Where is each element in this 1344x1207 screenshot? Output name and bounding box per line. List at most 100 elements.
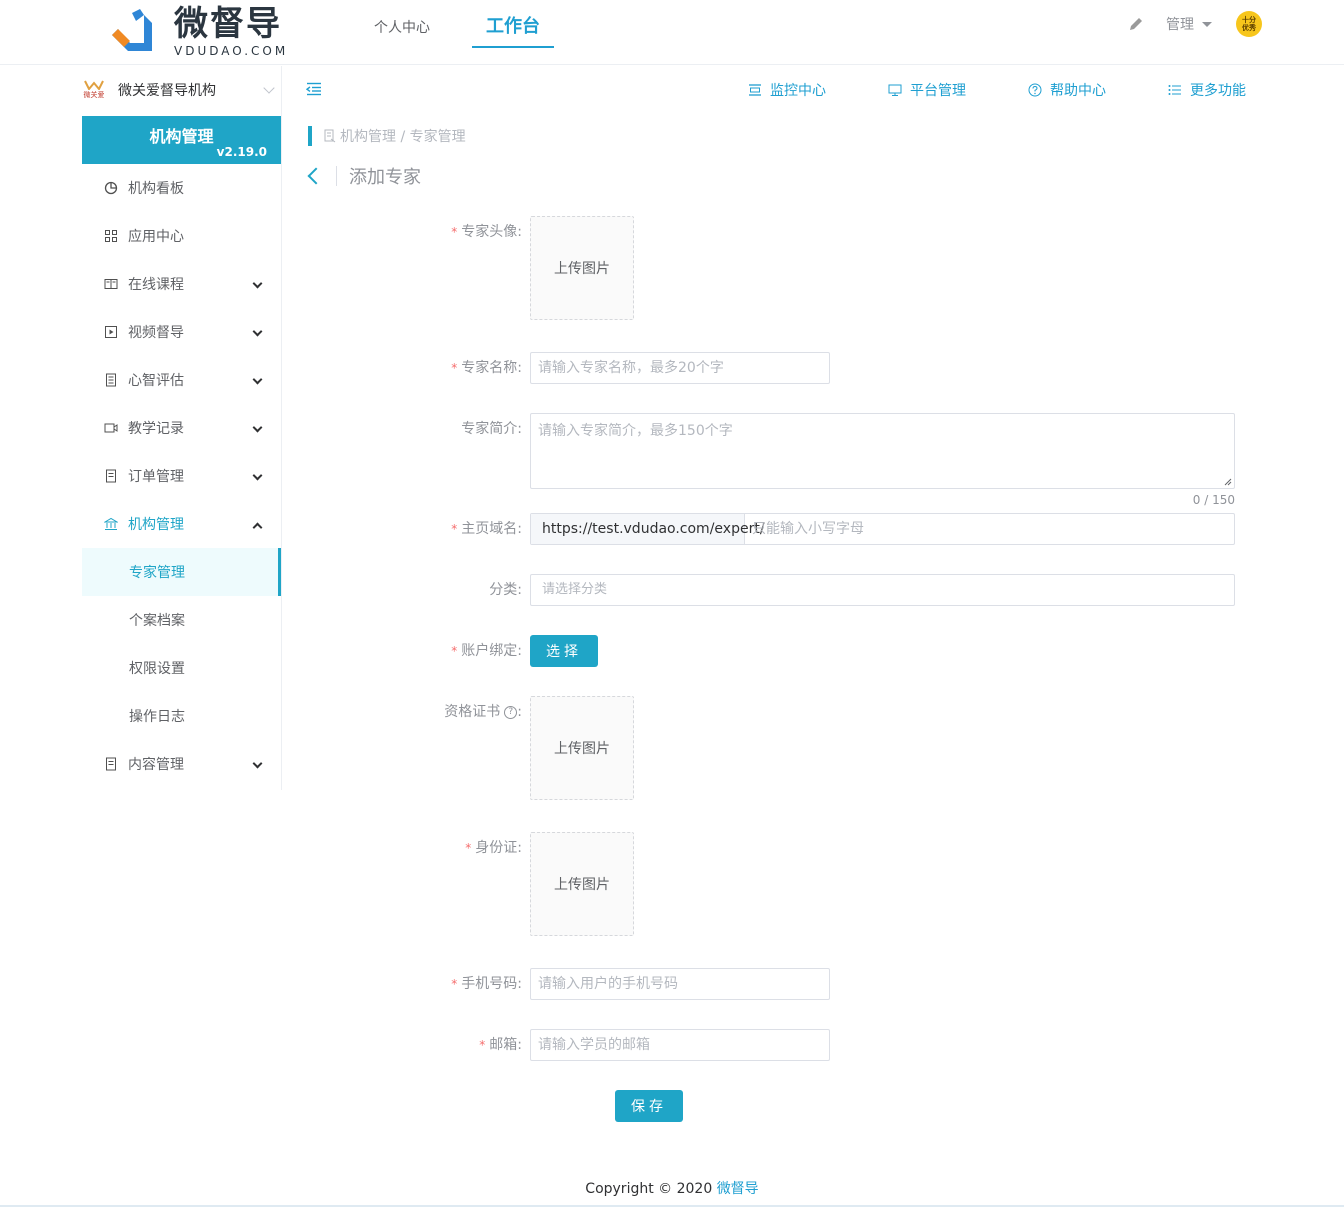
form-row-account: * 账户绑定: 选择 [420, 635, 598, 667]
link-label: 监控中心 [770, 83, 826, 99]
sidebar-item-app-center[interactable]: 应用中心 [82, 212, 281, 260]
top-bar: 微督导 VDUDAO.COM 个人中心 工作台 管理 十分 优秀 [0, 0, 1344, 65]
save-button[interactable]: 保存 [615, 1090, 683, 1122]
notebook-icon [106, 373, 116, 387]
breadcrumb-bar [308, 126, 312, 146]
sidebar-item-order-management[interactable]: 订单管理 [82, 452, 281, 500]
sidebar-subitem-permissions[interactable]: 权限设置 [82, 644, 281, 692]
book-icon [104, 279, 118, 289]
idcard-upload[interactable]: 上传图片 [530, 832, 634, 936]
select-account-button[interactable]: 选择 [530, 635, 598, 667]
idcard-label: * 身份证: [420, 832, 530, 936]
textarea-placeholder: 请输入专家简介，最多150个字 [538, 423, 733, 439]
footer: Copyright © 2020 微督导 [0, 1178, 1344, 1198]
required-mark: * [465, 841, 472, 855]
form-row-category: 分类: 请选择分类 [420, 574, 1235, 606]
avatar[interactable]: 十分 优秀 [1236, 11, 1262, 37]
avatar-upload[interactable]: 上传图片 [530, 216, 634, 320]
document-icon [106, 757, 116, 771]
expert-intro-textarea[interactable]: 请输入专家简介，最多150个字 [530, 413, 1235, 489]
chevron-down-icon [252, 758, 263, 769]
version-badge: v2.19.0 [216, 145, 267, 159]
sidebar-item-label: 在线课程 [128, 277, 184, 293]
pie-chart-icon [104, 181, 118, 195]
email-input[interactable]: 请输入学员的邮箱 [530, 1029, 830, 1061]
avatar-text-1: 十分 [1242, 16, 1256, 24]
video-camera-icon [104, 423, 118, 433]
back-arrow-icon[interactable] [307, 167, 325, 185]
help-center-link[interactable]: 帮助中心 [1028, 80, 1106, 100]
category-select[interactable]: 请选择分类 [530, 574, 1235, 606]
breadcrumb-text[interactable]: 机构管理 / 专家管理 [340, 126, 466, 146]
resize-handle-icon[interactable] [1224, 478, 1232, 486]
form-row-idcard: * 身份证: 上传图片 [420, 832, 634, 936]
breadcrumb-icon [324, 129, 336, 143]
chevron-down-icon [263, 82, 275, 94]
tab-workbench[interactable]: 工作台 [472, 0, 554, 48]
chevron-down-icon [252, 422, 263, 433]
label-text: 专家名称: [461, 360, 522, 376]
copyright-text: Copyright © 2020 [585, 1181, 717, 1197]
account-label: * 账户绑定: [420, 635, 530, 667]
sidebar-subitem-operation-log[interactable]: 操作日志 [82, 692, 281, 740]
domain-input[interactable]: 只能输入小写字母 [745, 514, 1234, 544]
org-logo: 微关爱 [82, 78, 106, 102]
sidebar-subitem-case-files[interactable]: 个案档案 [82, 596, 281, 644]
email-label: * 邮箱: [420, 1029, 530, 1061]
org-selector[interactable]: 微关爱 微关爱督导机构 [82, 66, 281, 114]
chevron-up-icon [252, 522, 263, 533]
logo-subtitle: VDUDAO.COM [174, 44, 289, 58]
sidebar-item-content-management[interactable]: 内容管理 [82, 740, 281, 788]
header-divider [336, 166, 337, 186]
label-text: 主页域名: [461, 521, 522, 537]
logo[interactable]: 微督导 VDUDAO.COM [108, 4, 288, 60]
monitor-center-link[interactable]: 监控中心 [748, 80, 826, 100]
top-nav: 个人中心 工作台 [360, 0, 582, 48]
more-functions-link[interactable]: 更多功能 [1168, 80, 1246, 100]
required-mark: * [451, 225, 458, 239]
monitor-center-icon [749, 84, 761, 96]
expert-name-input[interactable]: 请输入专家名称，最多20个字 [530, 352, 830, 384]
char-counter: 0 / 150 [1192, 493, 1235, 507]
user-area: 管理 十分 优秀 [1128, 8, 1262, 40]
name-label: * 专家名称: [420, 352, 530, 384]
tab-personal-center[interactable]: 个人中心 [360, 0, 444, 48]
sidebar-item-teaching-record[interactable]: 教学记录 [82, 404, 281, 452]
org-banner-title: 机构管理 [149, 127, 214, 146]
domain-input-group: https://test.vdudao.com/expert/ 只能输入小写字母 [530, 513, 1235, 545]
sidebar-subitem-expert-management[interactable]: 专家管理 [82, 548, 281, 596]
domain-label: * 主页域名: [420, 513, 530, 545]
sidebar: 微关爱 微关爱督导机构 机构管理 v2.19.0 机构看板 应用中心 在线课程 … [82, 66, 282, 790]
menu-collapse-icon[interactable] [306, 82, 322, 96]
page-title: 添加专家 [349, 167, 421, 188]
upload-text: 上传图片 [554, 261, 610, 277]
admin-label: 管理 [1166, 17, 1194, 33]
category-label: 分类: [489, 582, 522, 598]
phone-input[interactable]: 请输入用户的手机号码 [530, 968, 830, 1000]
footer-brand-link[interactable]: 微督导 [717, 1181, 759, 1197]
sidebar-item-online-course[interactable]: 在线课程 [82, 260, 281, 308]
required-mark: * [451, 644, 458, 658]
required-mark: * [479, 1038, 486, 1052]
sidebar-item-video-supervision[interactable]: 视频督导 [82, 308, 281, 356]
avatar-label: * 专家头像: [420, 216, 530, 320]
certificate-label: 资格证书?: [420, 696, 530, 800]
form-row-phone: * 手机号码: 请输入用户的手机号码 [420, 968, 830, 1000]
sidebar-item-label: 教学记录 [128, 421, 184, 437]
sidebar-item-org-management[interactable]: 机构管理 [82, 500, 281, 548]
chevron-down-icon [252, 374, 263, 385]
sidebar-item-dashboard[interactable]: 机构看板 [82, 164, 281, 212]
form-row-intro: 专家简介: 请输入专家简介，最多150个字 0 / 150 [420, 413, 1235, 507]
sidebar-item-mind-assessment[interactable]: 心智评估 [82, 356, 281, 404]
bank-icon [104, 517, 118, 530]
caret-down-icon [1202, 21, 1212, 27]
platform-management-link[interactable]: 平台管理 [888, 80, 966, 100]
help-icon[interactable]: ? [504, 705, 518, 719]
document-icon [106, 469, 116, 483]
org-logo-text: 微关爱 [83, 91, 105, 99]
required-mark: * [451, 361, 458, 375]
desktop-icon [888, 84, 902, 96]
admin-dropdown[interactable]: 管理 [1166, 14, 1212, 34]
pencil-icon[interactable] [1128, 16, 1144, 32]
certificate-upload[interactable]: 上传图片 [530, 696, 634, 800]
